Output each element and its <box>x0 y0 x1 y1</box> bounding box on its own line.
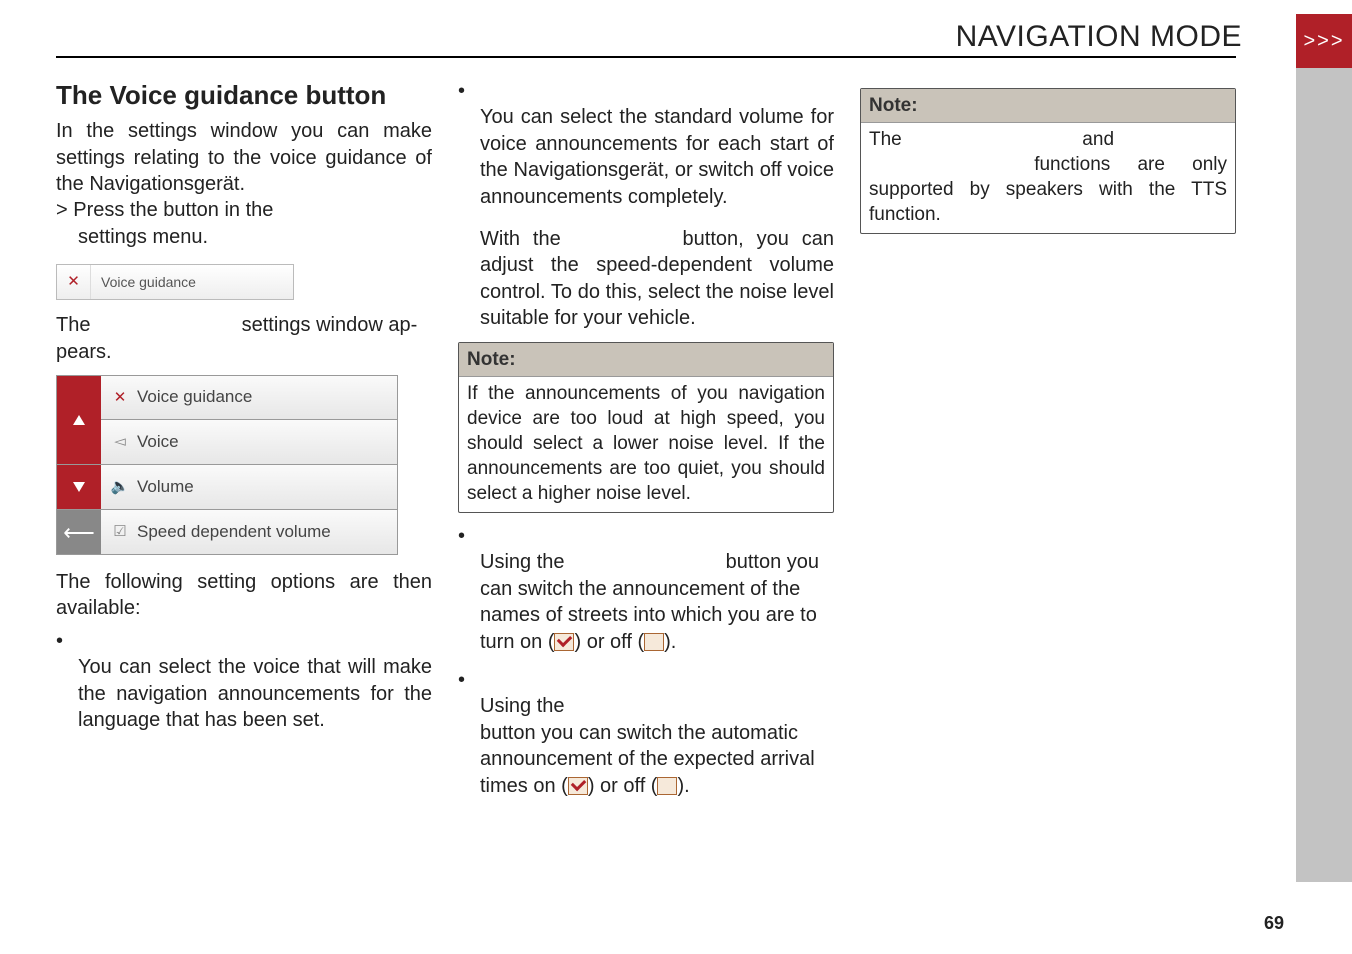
text: functions are only supported by speakers… <box>869 154 1227 225</box>
text: and <box>1077 129 1114 150</box>
text: button in the <box>163 199 273 221</box>
text: > Press the <box>56 199 163 221</box>
note-box: Note: If the announcements of you naviga… <box>458 342 834 513</box>
checkbox-on-icon <box>554 633 574 651</box>
voice-guidance-bar-image: ✕ Voice guidance <box>56 264 294 300</box>
menu-label: Speed dependent volume <box>137 521 331 543</box>
menu-item-speed-volume[interactable]: ☑ Speed dependent volume <box>101 510 397 554</box>
streets-text: Using the button you can switch the anno… <box>458 549 834 655</box>
appears-text: The settings window ap- <box>56 312 432 338</box>
column-3: Note: The and functions are only support… <box>860 78 1236 799</box>
text: Using the <box>480 551 570 573</box>
chevrons: >>> <box>1303 30 1344 53</box>
menu-screenshot: ✕ Voice guidance ◅ Voice 🔈 Volume <box>56 375 398 555</box>
menu-item-volume[interactable]: 🔈 Volume <box>101 465 397 509</box>
chevron-down-icon <box>71 479 87 495</box>
satellite-icon: ✕ <box>57 265 91 299</box>
side-gray-band <box>1296 68 1352 882</box>
page-title: NAVIGATION MODE <box>956 20 1242 54</box>
menu-item-voice[interactable]: ◅ Voice <box>101 420 397 464</box>
text: In the <box>56 120 128 142</box>
bullet: • <box>458 78 480 104</box>
text: ) or off ( <box>574 631 644 653</box>
text: The <box>56 314 96 336</box>
text: ). <box>677 775 689 797</box>
bullet-streets: • <box>458 523 834 549</box>
scroll-up-button[interactable] <box>57 376 101 464</box>
section-heading: The Voice guidance button <box>56 78 432 112</box>
text: Using the <box>480 695 565 717</box>
menu-item-voice-guidance[interactable]: ✕ Voice guidance <box>101 376 397 420</box>
text: The <box>869 129 907 150</box>
bullet-voice: • <box>56 628 432 654</box>
intro-paragraph: In the settings window you can make sett… <box>56 118 432 197</box>
bullet: • <box>458 523 480 549</box>
menu-label: Volume <box>137 476 194 498</box>
page-number: 69 <box>1264 913 1284 934</box>
content-area: The Voice guidance button In the setting… <box>56 78 1236 799</box>
volume-text-2: With the button, you can adjust the spee… <box>458 226 834 332</box>
text: ) or off ( <box>588 775 658 797</box>
menu-label: Voice guidance <box>137 386 252 408</box>
back-arrow-icon: ⟵ <box>63 518 95 547</box>
voice-option-text: You can select the voice that will make … <box>56 654 432 733</box>
header-rule <box>56 56 1236 58</box>
speaker-icon: 🔈 <box>111 477 129 497</box>
back-button[interactable]: ⟵ <box>57 510 101 554</box>
bullet-volume: • <box>458 78 834 104</box>
side-tab: >>> <box>1296 14 1352 68</box>
press-instruction-cont: settings menu. <box>56 224 432 250</box>
text: With the <box>480 228 574 250</box>
press-instruction: > Press the button in the <box>56 197 432 223</box>
note-heading: Note: <box>459 343 833 377</box>
options-intro: The following setting options are then a… <box>56 569 432 622</box>
bullet: • <box>458 667 480 693</box>
note-body-2: The and functions are only supported by … <box>861 123 1235 233</box>
note-body: If the announcements of you navigation d… <box>459 377 833 512</box>
checkbox-icon: ☑ <box>111 522 129 542</box>
bar-label: Voice guidance <box>91 273 196 291</box>
arrival-text: Using the button you can switch the auto… <box>458 693 834 799</box>
note-box-2: Note: The and functions are only support… <box>860 88 1236 234</box>
checkbox-off-icon <box>644 633 664 651</box>
column-2: • You can select the standard volume for… <box>458 78 834 799</box>
appears-text-2: pears. <box>56 339 432 365</box>
scroll-down-button[interactable] <box>57 465 101 509</box>
satellite-icon: ✕ <box>111 388 129 408</box>
bullet-arrival: • <box>458 667 834 693</box>
volume-text-1: You can select the standard volume for v… <box>458 104 834 210</box>
chevron-up-icon <box>71 412 87 428</box>
checkbox-on-icon <box>568 777 588 795</box>
menu-label: Voice <box>137 431 179 453</box>
speech-icon: ◅ <box>111 432 129 452</box>
column-1: The Voice guidance button In the setting… <box>56 78 432 799</box>
text: settings window ap- <box>236 314 417 336</box>
checkbox-off-icon <box>657 777 677 795</box>
note-heading: Note: <box>861 89 1235 123</box>
text: ). <box>664 631 676 653</box>
bullet: • <box>56 628 78 654</box>
